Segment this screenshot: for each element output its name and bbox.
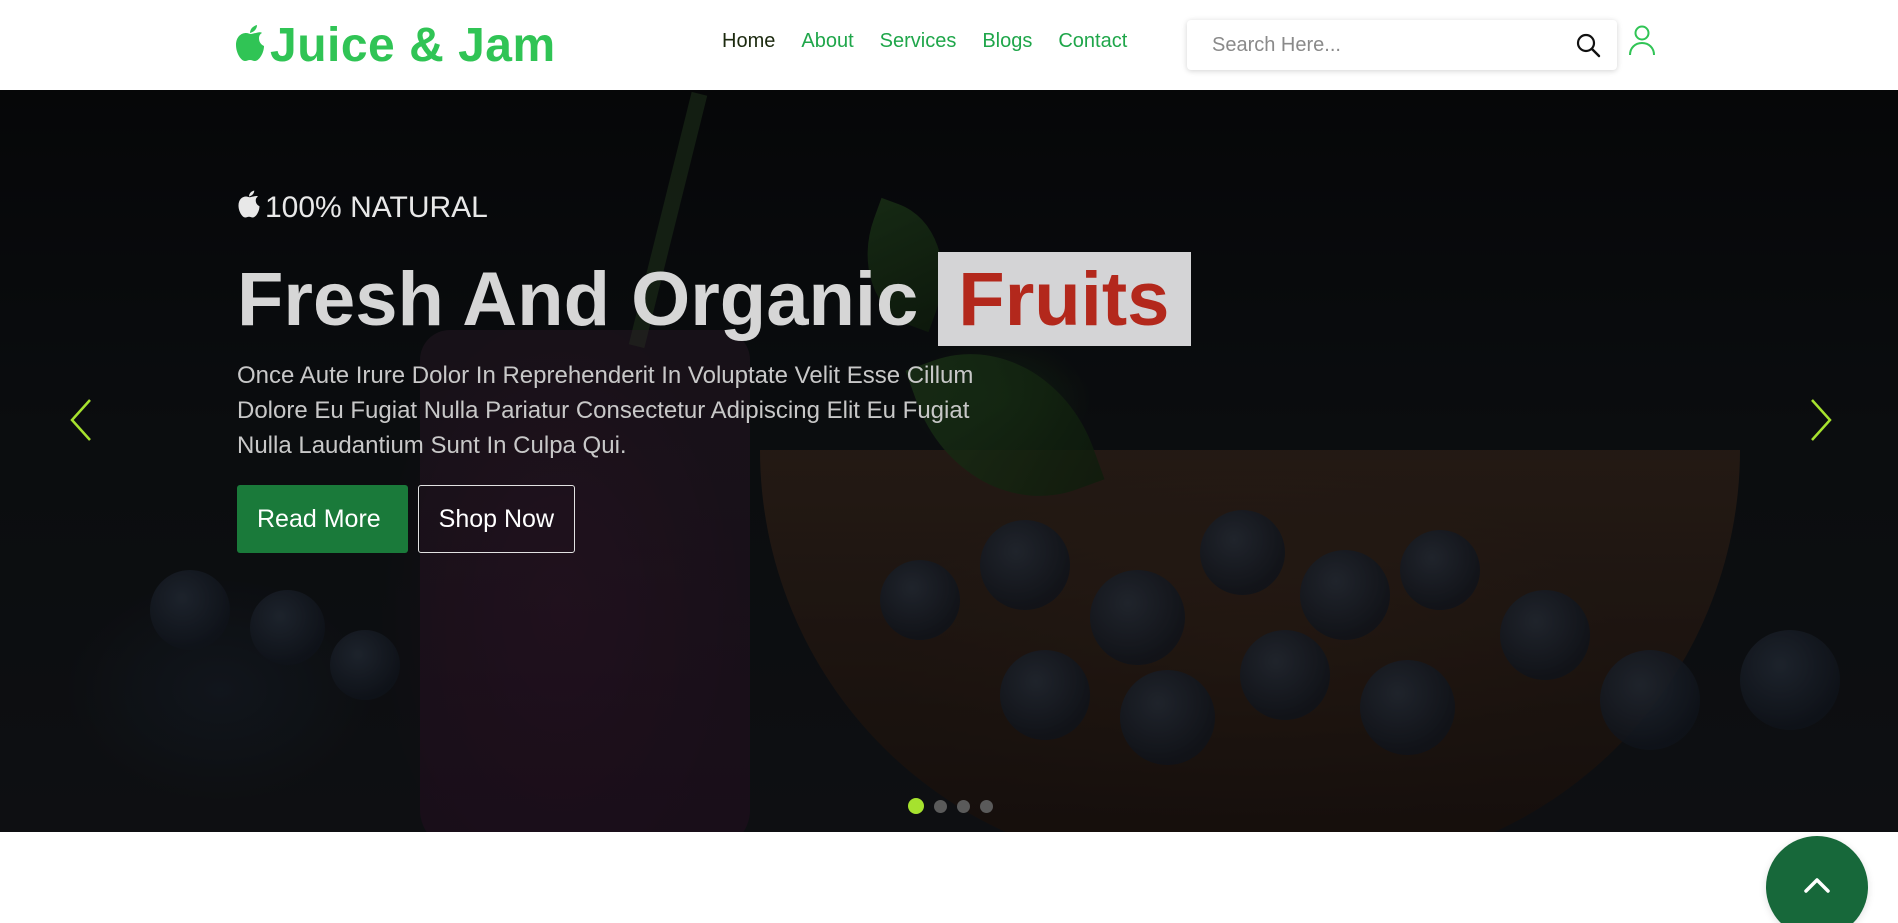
logo-text: Juice & Jam (270, 18, 556, 72)
search-box (1187, 20, 1617, 70)
apple-icon (237, 190, 261, 226)
hero-slider: 100% NATURAL Fresh And Organic Fruits On… (0, 90, 1898, 832)
slider-dot[interactable] (957, 799, 970, 813)
hero-headline-highlight: Fruits (938, 252, 1192, 346)
hero-kicker: 100% NATURAL (237, 190, 1237, 226)
nav-contact[interactable]: Contact (1058, 30, 1127, 53)
search-icon[interactable] (1575, 32, 1601, 58)
hero-description: Once Aute Irure Dolor In Reprehenderit I… (237, 362, 974, 459)
main-nav: Home About Services Blogs Contact (722, 30, 1127, 53)
hero-headline: Fresh And Organic Fruits (237, 252, 1237, 346)
slider-dot[interactable] (934, 799, 947, 813)
site-header: Juice & Jam Home About Services Blogs Co… (0, 0, 1898, 90)
slider-dot[interactable] (908, 798, 924, 814)
hero-content: 100% NATURAL Fresh And Organic Fruits On… (237, 190, 1237, 553)
logo[interactable]: Juice & Jam (234, 18, 556, 72)
chevron-right-icon[interactable] (1800, 390, 1840, 450)
apple-icon (234, 24, 266, 66)
nav-home[interactable]: Home (722, 30, 775, 53)
read-more-button[interactable]: Read More (237, 485, 408, 553)
nav-services[interactable]: Services (880, 30, 957, 53)
chevron-up-icon (1803, 876, 1831, 899)
search-input[interactable] (1212, 33, 1572, 57)
slider-dot[interactable] (980, 799, 993, 813)
hero-buttons: Read More Shop Now (237, 485, 1237, 553)
hero-headline-text: Fresh And Organic (237, 256, 919, 342)
hero-kicker-text: 100% NATURAL (265, 191, 488, 224)
user-icon[interactable] (1628, 24, 1656, 56)
slider-pagination (908, 798, 993, 814)
back-to-top-button[interactable] (1766, 836, 1868, 923)
nav-blogs[interactable]: Blogs (982, 30, 1032, 53)
shop-now-button[interactable]: Shop Now (417, 485, 576, 553)
nav-about[interactable]: About (801, 30, 853, 53)
chevron-left-icon[interactable] (62, 390, 102, 450)
